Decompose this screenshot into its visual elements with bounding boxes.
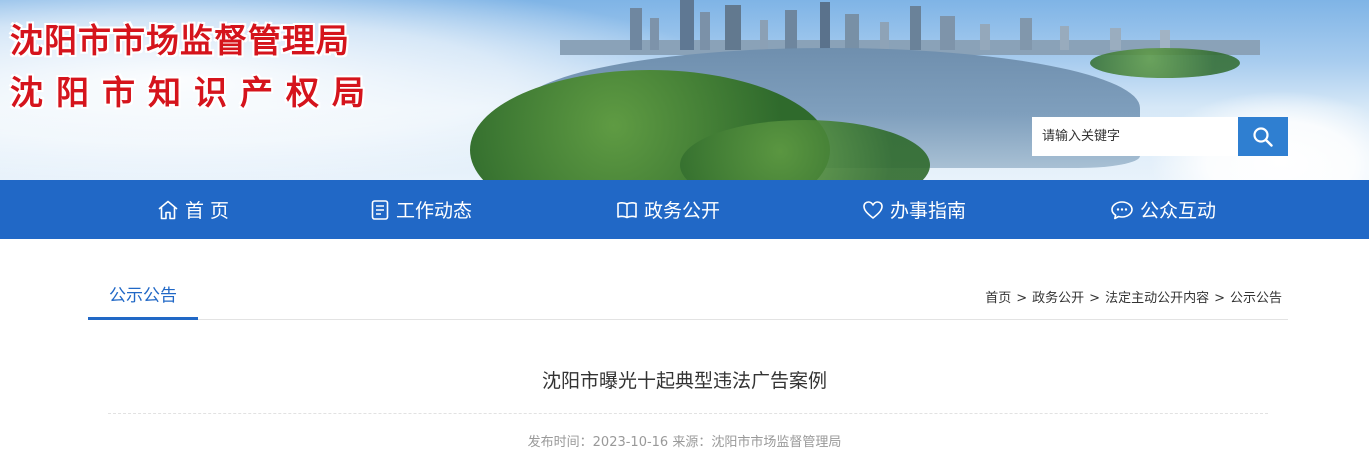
section-header: 公示公告 首页 > 政务公开 > 法定主动公开内容 > 公示公告 (88, 270, 1288, 320)
nav-item-public-interaction[interactable]: 公众互动 (1110, 180, 1216, 239)
book-icon (617, 201, 637, 218)
nav-label-home: 首 页 (185, 200, 230, 222)
island-image (1090, 48, 1240, 78)
breadcrumb-home[interactable]: 首页 (985, 291, 1011, 306)
section-title[interactable]: 公示公告 (88, 270, 198, 320)
nav-label-work-news: 工作动态 (396, 200, 473, 222)
header-banner: 沈阳市市场监督管理局 沈阳市知识产权局 (0, 0, 1369, 180)
nav-label-public-interaction: 公众互动 (1140, 200, 1217, 222)
breadcrumb-announcements[interactable]: 公示公告 (1230, 291, 1282, 306)
breadcrumb-separator: > (1214, 291, 1225, 306)
nav-label-service-guide: 办事指南 (890, 200, 967, 222)
search-input[interactable] (1032, 117, 1238, 156)
breadcrumb-separator: > (1089, 291, 1101, 306)
document-icon (371, 199, 389, 220)
heart-icon (863, 200, 883, 219)
breadcrumb-gov-affairs[interactable]: 政务公开 (1032, 291, 1084, 306)
breadcrumb: 首页 > 政务公开 > 法定主动公开内容 > 公示公告 (985, 287, 1282, 306)
article-meta: 发布时间：2023-10-16 来源：沈阳市市场监督管理局 (527, 435, 842, 450)
nav-item-gov-affairs[interactable]: 政务公开 (616, 180, 720, 239)
search-icon (1253, 126, 1273, 147)
search-box (1032, 117, 1288, 156)
site-title-line2: 沈阳市知识产权局 (10, 73, 378, 112)
nav-item-home[interactable]: 首 页 (157, 180, 229, 239)
breadcrumb-statutory-disclosure[interactable]: 法定主动公开内容 (1105, 291, 1209, 306)
search-button[interactable] (1238, 117, 1288, 156)
nav-item-work-news[interactable]: 工作动态 (370, 180, 472, 239)
breadcrumb-separator: > (1016, 291, 1028, 306)
nav-item-service-guide[interactable]: 办事指南 (862, 180, 966, 239)
main-nav: 首 页 工作动态 政务公开 办事指南 公众互动 (0, 180, 1369, 239)
site-title-line1: 沈阳市市场监督管理局 (10, 21, 350, 60)
nav-label-gov-affairs: 政务公开 (644, 200, 721, 222)
home-icon (158, 200, 178, 219)
title-divider (108, 413, 1268, 414)
city-skyline-image (560, 0, 1260, 55)
article-title: 沈阳市曝光十起典型违法广告案例 (541, 370, 827, 392)
chat-icon (1111, 200, 1133, 219)
